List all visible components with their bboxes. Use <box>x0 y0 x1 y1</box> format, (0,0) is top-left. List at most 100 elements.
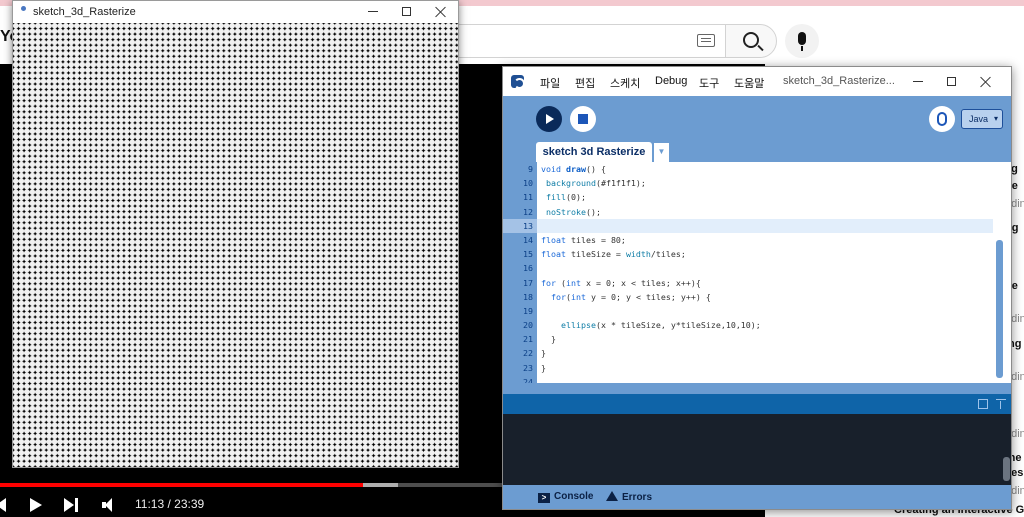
keyboard-icon[interactable] <box>697 34 715 47</box>
code-text[interactable]: } <box>541 346 546 360</box>
minimize-button[interactable] <box>356 1 390 23</box>
code-line[interactable]: 18 for(int y = 0; y < tiles; y++) { <box>503 290 993 304</box>
minimize-icon <box>913 81 923 82</box>
ide-close-button[interactable] <box>969 71 1003 93</box>
code-text[interactable]: fill(0); <box>541 190 586 204</box>
sketch-titlebar[interactable]: sketch_3d_Rasterize <box>13 1 458 23</box>
ide-toolbar: Java <box>503 96 1011 142</box>
play-icon <box>546 114 554 124</box>
code-line[interactable]: 22} <box>503 346 993 360</box>
code-text[interactable]: } <box>541 361 546 375</box>
maximize-icon <box>402 7 411 16</box>
console-output[interactable] <box>503 414 1011 485</box>
line-number: 10 <box>523 178 533 189</box>
code-line[interactable]: 23} <box>503 361 993 375</box>
code-text[interactable]: } <box>541 332 556 346</box>
code-text[interactable]: float tileSize = width/tiles; <box>541 247 686 261</box>
ide-minimize-button[interactable] <box>901 71 935 93</box>
editor-scrollbar-thumb[interactable] <box>996 240 1003 378</box>
menu-debug[interactable]: Debug <box>655 75 687 87</box>
console-tab[interactable]: > Console <box>538 491 593 503</box>
code-text[interactable]: for (int x = 0; x < tiles; x++){ <box>541 276 701 290</box>
menu-edit[interactable]: 편집 <box>575 75 595 91</box>
ide-footer: > Console Errors <box>503 485 1011 509</box>
sketch-window-title: sketch_3d_Rasterize <box>33 6 136 18</box>
video-progress-fill <box>0 483 363 487</box>
tab-sketch[interactable]: sketch 3d Rasterize <box>536 142 652 162</box>
code-text[interactable]: background(#f1f1f1); <box>541 176 646 190</box>
menu-tools[interactable]: 도구 <box>699 75 719 91</box>
code-lines[interactable]: 9 void draw() {10 background(#f1f1f1); 11 … <box>503 162 993 383</box>
code-line[interactable]: 9 void draw() { <box>503 162 993 176</box>
menu-sketch[interactable]: 스케치 <box>610 75 640 91</box>
console-icon: > <box>538 493 550 503</box>
ide-menubar: 파일 편집 스케치 Debug 도구 도움말 sketch_3d_Rasteri… <box>503 67 1011 96</box>
line-number: 22 <box>523 348 533 359</box>
code-text[interactable]: for(int y = 0; y < tiles; y++) { <box>541 290 711 304</box>
code-line[interactable]: 10 background(#f1f1f1); <box>503 176 993 190</box>
line-number: 20 <box>523 320 533 331</box>
close-button[interactable] <box>424 1 458 23</box>
line-number: 13 <box>503 218 537 233</box>
youtube-search-input[interactable] <box>455 24 725 58</box>
voice-search-button[interactable] <box>785 24 819 58</box>
maximize-icon <box>947 77 956 86</box>
play-icon[interactable] <box>30 498 42 512</box>
code-line[interactable]: 15 float tileSize = width/tiles; <box>503 247 993 261</box>
menu-help[interactable]: 도움말 <box>734 75 764 91</box>
copy-icon[interactable] <box>978 399 988 409</box>
sketch-window[interactable]: sketch_3d_Rasterize <box>12 0 459 468</box>
code-editor[interactable]: 9 void draw() {10 background(#f1f1f1); 11 … <box>503 162 1011 383</box>
code-line[interactable]: 24 <box>503 375 993 383</box>
console-tab-label: Console <box>554 491 594 502</box>
line-number: 16 <box>523 263 533 274</box>
code-text[interactable]: float tiles = 80; <box>541 233 626 247</box>
line-number: 18 <box>523 291 533 302</box>
sketch-canvas[interactable] <box>13 23 458 467</box>
line-number: 23 <box>523 362 533 373</box>
line-number: 19 <box>523 305 533 316</box>
maximize-button[interactable] <box>390 1 424 23</box>
code-line[interactable]: 14 float tiles = 80; <box>503 233 993 247</box>
ide-maximize-button[interactable] <box>935 71 969 93</box>
next-icon[interactable] <box>64 498 78 512</box>
line-number: 17 <box>523 277 533 288</box>
tab-menu-button[interactable]: ▼ <box>654 143 669 162</box>
mode-select[interactable]: Java <box>961 109 1003 129</box>
console-header <box>503 394 1011 414</box>
line-number: 15 <box>523 249 533 260</box>
run-button[interactable] <box>536 106 562 132</box>
ide-window[interactable]: 파일 편집 스케치 Debug 도구 도움말 sketch_3d_Rasteri… <box>502 66 1012 510</box>
sketch-tabs: sketch 3d Rasterize ▼ <box>503 142 1011 162</box>
minimize-icon <box>368 11 378 12</box>
errors-tab[interactable]: Errors <box>606 491 652 503</box>
video-time: 11:13 / 23:39 <box>135 497 205 511</box>
close-icon <box>980 76 992 88</box>
code-line[interactable]: 12 noStroke(); <box>503 205 993 219</box>
code-text[interactable]: noStroke(); <box>541 205 601 219</box>
previous-icon[interactable] <box>0 498 6 512</box>
code-text[interactable]: ellipse(x * tileSize, y*tileSize,10,10); <box>541 318 761 332</box>
code-text[interactable]: void draw() { <box>541 162 606 176</box>
code-line[interactable]: 20 ellipse(x * tileSize, y*tileSize,10,1… <box>503 318 993 332</box>
stop-button[interactable] <box>570 106 596 132</box>
errors-tab-label: Errors <box>622 492 653 503</box>
code-line[interactable]: 11 fill(0); <box>503 190 993 204</box>
youtube-search-button[interactable] <box>725 24 777 58</box>
line-number: 9 <box>528 164 533 174</box>
code-line[interactable]: 13 <box>503 218 993 233</box>
clear-console-icon[interactable] <box>996 399 1006 409</box>
line-number: 11 <box>523 192 533 203</box>
menu-file[interactable]: 파일 <box>540 75 560 91</box>
volume-icon[interactable] <box>102 498 116 512</box>
line-number: 21 <box>523 334 533 345</box>
code-line[interactable]: 17 for (int x = 0; x < tiles; x++){ <box>503 276 993 290</box>
debugger-button[interactable] <box>929 106 955 132</box>
line-number: 12 <box>523 206 533 217</box>
code-line[interactable]: 16 <box>503 261 993 275</box>
code-line[interactable]: 19 <box>503 304 993 318</box>
processing-logo-icon <box>511 75 525 89</box>
butterfly-icon <box>937 112 947 126</box>
console-scrollbar-thumb[interactable] <box>1003 457 1010 481</box>
code-line[interactable]: 21 } <box>503 332 993 346</box>
